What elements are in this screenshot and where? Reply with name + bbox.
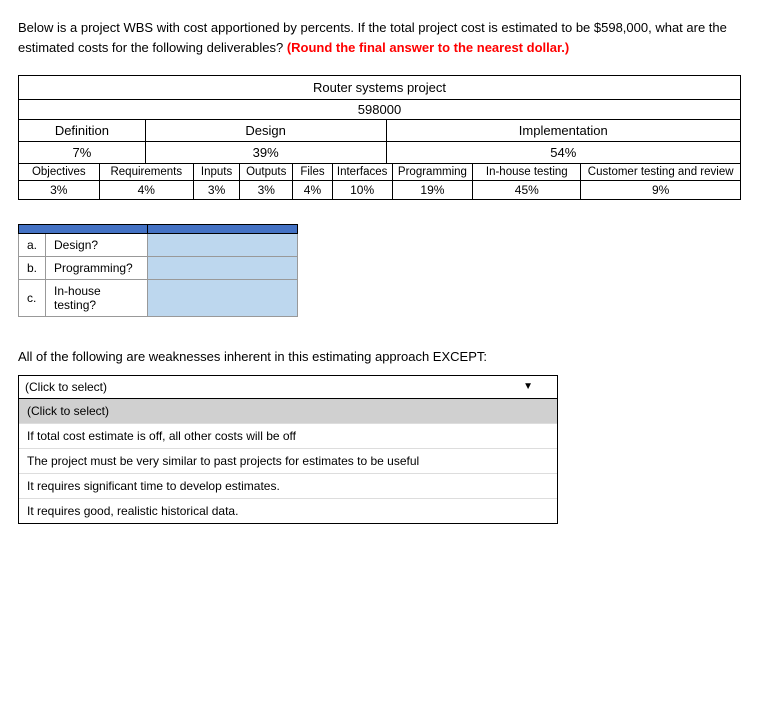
item-objectives-pct: 3% [19, 181, 100, 199]
item-objectives-label: Objectives [19, 164, 100, 180]
item-programming-pct: 19% [393, 181, 474, 199]
item-interfaces-label: Interfaces [333, 164, 393, 180]
phase-implementation-pct: 54% [387, 142, 741, 163]
wbs-table: Router systems project 598000 Definition… [18, 75, 741, 200]
dropdown-option-2[interactable]: The project must be very similar to past… [19, 449, 557, 474]
item-inputs-label: Inputs [194, 164, 240, 180]
answer-table-value-header [148, 225, 298, 234]
item-outputs-label: Outputs [240, 164, 293, 180]
answer-label-1: b. [19, 257, 46, 280]
item-requirements-label: Requirements [100, 164, 194, 180]
item-customer-pct: 9% [581, 181, 740, 199]
item-files-pct: 4% [293, 181, 332, 199]
item-customer-label: Customer testing and review [581, 164, 740, 180]
answer-table-header [19, 225, 148, 234]
phase-definition-name: Definition [19, 120, 146, 141]
dropdown-option-3[interactable]: It requires significant time to develop … [19, 474, 557, 499]
item-requirements-pct: 4% [100, 181, 194, 199]
item-files-label: Files [293, 164, 332, 180]
dropdown-selected-label: (Click to select) [25, 380, 107, 394]
answer-row-1: b.Programming? [19, 257, 298, 280]
phase-implementation-name: Implementation [387, 120, 741, 141]
phase-design-pct: 39% [146, 142, 387, 163]
question2-text: All of the following are weaknesses inhe… [18, 347, 741, 367]
wbs-phase-pct-row: 7% 39% 54% [19, 142, 740, 164]
dropdown-list[interactable]: (Click to select)If total cost estimate … [18, 399, 558, 524]
answer-question-0: Design? [46, 234, 148, 257]
answer-question-2: In-house testing? [46, 280, 148, 317]
item-inhouse-pct: 45% [473, 181, 581, 199]
wbs-phase-names-row: Definition Design Implementation [19, 120, 740, 142]
wbs-items-label-row: Objectives Requirements Inputs Outputs F… [19, 164, 740, 181]
answer-label-2: c. [19, 280, 46, 317]
item-inputs-pct: 3% [194, 181, 240, 199]
phase-design-name: Design [146, 120, 387, 141]
answer-row-0: a.Design? [19, 234, 298, 257]
wbs-cost: 598000 [19, 100, 740, 120]
answer-row-2: c.In-house testing? [19, 280, 298, 317]
answer-question-1: Programming? [46, 257, 148, 280]
dropdown-wrapper[interactable]: (Click to select) ▼ (Click to select)If … [18, 375, 558, 524]
item-outputs-pct: 3% [240, 181, 293, 199]
item-inhouse-label: In-house testing [473, 164, 581, 180]
wbs-title: Router systems project [19, 76, 740, 100]
answer-input-2[interactable] [156, 291, 289, 305]
dropdown-option-0[interactable]: (Click to select) [19, 399, 557, 424]
phase-definition-pct: 7% [19, 142, 146, 163]
answer-input-1[interactable] [156, 261, 289, 275]
answer-input-cell-2[interactable] [148, 280, 298, 317]
item-programming-label: Programming [393, 164, 474, 180]
dropdown-option-1[interactable]: If total cost estimate is off, all other… [19, 424, 557, 449]
answer-input-0[interactable] [156, 238, 289, 252]
answer-input-cell-0[interactable] [148, 234, 298, 257]
item-interfaces-pct: 10% [333, 181, 393, 199]
answer-label-0: a. [19, 234, 46, 257]
intro-text-bold: (Round the final answer to the nearest d… [283, 40, 569, 55]
wbs-items-pct-row: 3% 4% 3% 3% 4% 10% 19% 45% 9% [19, 181, 740, 199]
answer-input-cell-1[interactable] [148, 257, 298, 280]
dropdown-trigger[interactable]: (Click to select) ▼ [18, 375, 558, 399]
dropdown-arrow-icon: ▼ [523, 381, 533, 392]
intro-paragraph: Below is a project WBS with cost apporti… [18, 18, 741, 57]
dropdown-option-4[interactable]: It requires good, realistic historical d… [19, 499, 557, 523]
answer-table: a.Design?b.Programming?c.In-house testin… [18, 224, 298, 317]
